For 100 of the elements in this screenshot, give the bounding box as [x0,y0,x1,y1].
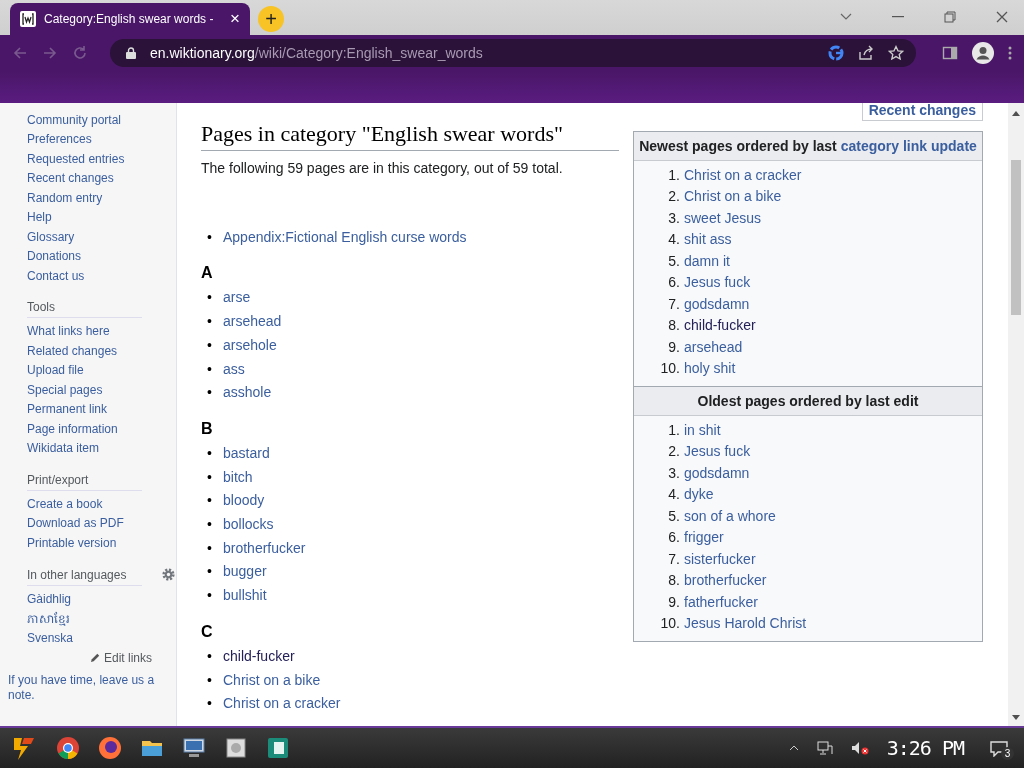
page-link[interactable]: frigger [684,527,724,549]
sidebar-link[interactable]: Page information [27,419,176,440]
page-link[interactable]: Christ on a bike [223,671,321,688]
list-number: 9. [667,337,680,357]
page-link[interactable]: sweet Jesus [684,207,762,230]
page-heading: Pages in category "English swear words" [201,119,619,151]
clock-text[interactable]: 3:26 PM [886,736,964,761]
page-link[interactable]: holy shit [684,358,736,380]
address-bar[interactable]: en.wiktionary.org/wiki/Category:English_swear_words [110,39,916,68]
network-icon[interactable] [816,740,833,757]
pencil-icon [89,652,101,664]
page-link[interactable]: child-fucker [684,315,756,337]
recent-changes-link[interactable]: Recent changes [861,102,983,121]
list-number: 10. [660,359,680,379]
sidebar-link[interactable]: Svenska [27,629,176,649]
bullet: • [206,359,213,379]
sidebar-link[interactable]: ភាសាខ្មែរ [27,609,176,630]
edit-links-link[interactable]: Edit links [89,650,152,665]
close-icon[interactable] [996,11,1008,24]
list-number: 5. [667,251,680,271]
page-link[interactable]: child-fucker [223,647,295,664]
page-link[interactable]: godsdamn [684,462,750,485]
page-link[interactable]: fatherfucker [684,591,758,614]
settings-icon[interactable] [161,567,176,583]
category-link-update-link[interactable]: category link update [840,137,977,154]
scroll-thumb[interactable] [1011,159,1021,315]
page-link[interactable]: Appendix:Fictional English curse words [223,228,467,245]
page-link[interactable]: bugger [223,563,267,580]
sidebar-link[interactable]: Create a book [27,494,176,515]
sidebar-link[interactable]: Contact us [27,266,176,287]
list-number: 6. [667,528,680,548]
muted-speaker-icon[interactable] [850,740,869,757]
scrollbar[interactable] [1008,102,1024,727]
page-link[interactable]: arse [223,289,251,306]
page-link[interactable]: dyke [684,484,714,506]
sidebar-link[interactable]: Gàidhlig [27,590,176,610]
page-link[interactable]: Jesus fuck [684,272,751,294]
sidebar-link[interactable]: Help [27,208,176,228]
sidebar-link[interactable]: Recent changes [27,169,176,189]
share-icon[interactable] [858,45,874,62]
sidebar-link[interactable]: Upload file [27,361,176,381]
sidebar-link[interactable]: Download as PDF [27,514,176,534]
sidebar-link[interactable]: Random entry [27,188,176,209]
page-link[interactable]: brotherfucker [223,539,306,556]
page-link[interactable]: ass [223,360,245,377]
restore-icon[interactable] [944,11,956,24]
sidebar-link[interactable]: Preferences [27,130,176,150]
feedback-note[interactable]: If you have time, leave us a note. [8,672,176,703]
browser-tab[interactable]: Category:English swear words - × [10,2,250,35]
letter-heading: A [201,263,214,284]
page-link[interactable]: Jesus Harold Christ [684,613,807,635]
page-link[interactable]: Christ on a cracker [684,164,802,187]
page-link[interactable]: shit ass [684,229,732,251]
scroll-up-icon[interactable] [1012,110,1020,116]
panel-title: Newest pages ordered by last category link update [639,137,977,154]
page-link[interactable]: brotherfucker [684,570,767,592]
sidebar-link[interactable]: Donations [27,247,176,267]
bullet: • [206,515,213,535]
scroll-down-icon[interactable] [1012,715,1020,721]
sidebar-link[interactable]: What links here [27,322,176,342]
bullet: • [206,586,213,606]
page-link[interactable]: in shit [684,419,721,442]
page-link[interactable]: asshole [223,384,272,401]
sidebar-link[interactable]: Requested entries [27,149,176,170]
list-number: 1. [667,420,680,440]
sidebar-link[interactable]: Community portal [27,110,176,131]
page-link[interactable]: Christ on a cracker [223,695,341,712]
page-link[interactable]: arsehead [684,336,743,359]
page-link[interactable]: damn it [684,250,730,273]
bullet: • [206,670,213,690]
page-link[interactable]: godsdamn [684,293,750,316]
sidebar-link[interactable]: Wikidata item [27,439,176,459]
page-link[interactable]: bloody [223,492,265,509]
caret-icon[interactable] [788,745,799,752]
menu-icon[interactable] [1008,45,1012,62]
page-link[interactable]: bitch [223,468,253,485]
page-link[interactable]: arsehead [223,313,282,330]
page-link[interactable]: sisterfucker [684,548,756,571]
page-link[interactable]: Christ on a bike [684,186,782,208]
tab-search-icon[interactable] [840,13,852,22]
sidebar-link[interactable]: Glossary [27,227,176,248]
page-link[interactable]: arsehole [223,336,277,353]
sidebar-link[interactable]: Printable version [27,533,176,554]
page-link[interactable]: son of a whore [684,505,776,528]
star-icon[interactable] [888,45,904,62]
sidebar-link[interactable]: Permanent link [27,400,176,420]
page-link[interactable]: bollocks [223,516,274,533]
new-tab-button[interactable]: + [258,6,284,33]
page-link[interactable]: bullshit [223,587,267,604]
tab-close-button[interactable]: × [230,10,240,28]
bullet: • [206,562,213,582]
profile-avatar-icon[interactable] [972,42,994,65]
minimize-icon[interactable] [892,16,904,19]
sidebar-link[interactable]: Related changes [27,341,176,362]
letter-heading: C [201,621,214,642]
page-link[interactable]: bastard [223,444,270,461]
list-number: 2. [667,442,680,462]
sidebar-link[interactable]: Special pages [27,380,176,401]
page-link[interactable]: Jesus fuck [684,441,751,463]
side-panel-icon[interactable] [942,45,958,62]
